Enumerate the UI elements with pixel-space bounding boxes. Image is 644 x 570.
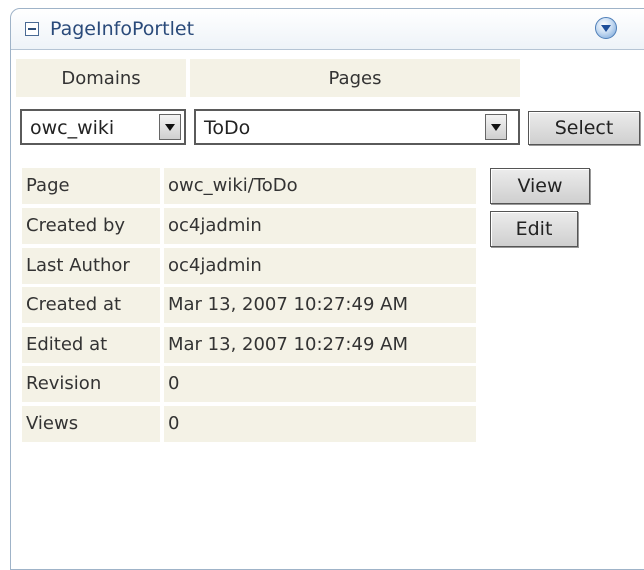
info-label: Page bbox=[22, 168, 160, 204]
domain-select-value: owc_wiki bbox=[30, 117, 115, 139]
info-label: Created at bbox=[22, 287, 160, 323]
info-label: Created by bbox=[22, 208, 160, 244]
dropdown-arrow-icon[interactable] bbox=[485, 114, 507, 140]
portlet-menu-icon[interactable] bbox=[595, 17, 617, 39]
info-value: 0 bbox=[164, 366, 476, 402]
select-button[interactable]: Select bbox=[528, 111, 640, 145]
collapse-icon[interactable] bbox=[25, 22, 39, 36]
info-label: Last Author bbox=[22, 248, 160, 284]
info-value: oc4jadmin bbox=[164, 248, 476, 284]
portlet-title-bar: PageInfoPortlet bbox=[11, 9, 644, 50]
info-value: oc4jadmin bbox=[164, 208, 476, 244]
info-value: Mar 13, 2007 10:27:49 AM bbox=[164, 327, 476, 363]
info-value: owc_wiki/ToDo bbox=[164, 168, 476, 204]
info-value: Mar 13, 2007 10:27:49 AM bbox=[164, 287, 476, 323]
info-label: Edited at bbox=[22, 327, 160, 363]
page-select-value: ToDo bbox=[204, 117, 251, 139]
domain-select[interactable]: owc_wiki bbox=[20, 109, 186, 145]
info-label: Views bbox=[22, 406, 160, 442]
edit-button[interactable]: Edit bbox=[490, 211, 578, 247]
info-label: Revision bbox=[22, 366, 160, 402]
dropdown-arrow-icon[interactable] bbox=[159, 114, 181, 140]
info-value: 0 bbox=[164, 406, 476, 442]
domains-header: Domains bbox=[16, 59, 186, 97]
page-select[interactable]: ToDo bbox=[194, 109, 520, 145]
portlet-title: PageInfoPortlet bbox=[50, 18, 195, 40]
view-button[interactable]: View bbox=[490, 168, 590, 204]
pages-header: Pages bbox=[190, 59, 520, 97]
